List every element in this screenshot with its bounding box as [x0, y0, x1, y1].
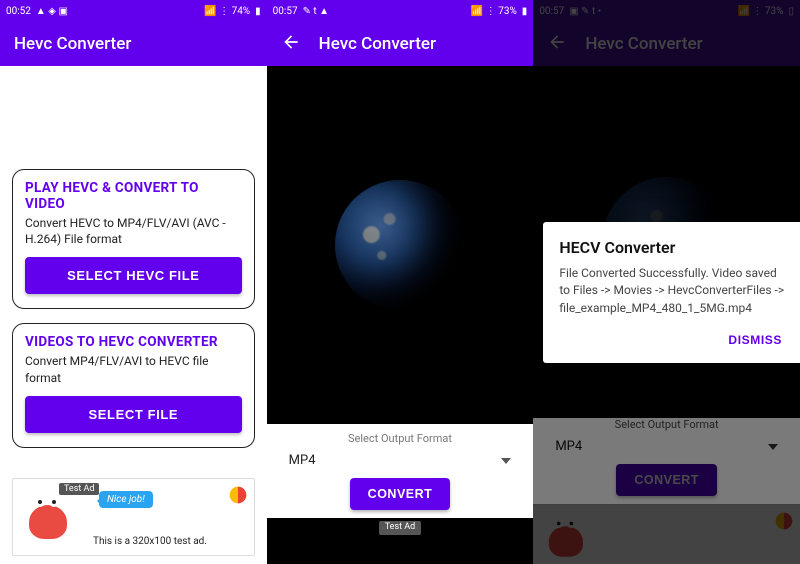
screen-home: 00:52 ▲ ◈ ▣ 📶 ⋮ 74% ▮ Hevc Converter PLA…	[0, 0, 267, 564]
battery-icon: ▮	[522, 6, 528, 17]
select-hevc-file-button[interactable]: SELECT HEVC FILE	[25, 257, 242, 294]
status-left-icons: ▣ ✎ t •	[569, 6, 601, 17]
ad-speech-bubble: Nice job!	[99, 491, 153, 508]
card-title: VIDEOS TO HEVC CONVERTER	[25, 334, 242, 350]
controls-panel: Select Output Format MP4 CONVERT	[533, 418, 800, 564]
select-file-button[interactable]: SELECT FILE	[25, 396, 242, 433]
card-title: PLAY HEVC & CONVERT TO VIDEO	[25, 180, 242, 212]
app-title: Hevc Converter	[585, 34, 702, 54]
format-label: Select Output Format	[267, 432, 534, 445]
card-description: Convert HEVC to MP4/FLV/AVI (AVC - H.264…	[25, 215, 242, 247]
success-dialog: HECV Converter File Converted Successful…	[543, 222, 800, 363]
dialog-title: HECV Converter	[559, 238, 786, 257]
format-label: Select Output Format	[533, 418, 800, 431]
back-button[interactable]	[547, 32, 567, 57]
status-bar: 00:52 ▲ ◈ ▣ 📶 ⋮ 74% ▮	[0, 0, 267, 22]
app-bar: Hevc Converter	[0, 22, 267, 66]
battery-icon: ▮	[255, 6, 261, 17]
card-description: Convert MP4/FLV/AVI to HEVC file format	[25, 353, 242, 385]
format-dropdown[interactable]: MP4	[267, 449, 534, 476]
ad-mascot-icon	[540, 512, 590, 562]
ad-logo-icon	[774, 511, 794, 531]
video-frame-earth	[335, 180, 465, 310]
status-time: 00:52	[6, 6, 31, 17]
ad-text: This is a 320x100 test ad.	[93, 536, 207, 547]
signal-icon: 📶 ⋮ 73%	[737, 6, 783, 17]
chevron-down-icon	[768, 444, 778, 450]
status-time: 00:57	[539, 6, 564, 17]
app-title: Hevc Converter	[319, 34, 436, 54]
back-button[interactable]	[281, 32, 301, 57]
dismiss-button[interactable]: DISMISS	[724, 327, 786, 353]
status-bar: 00:57 ▣ ✎ t • 📶 ⋮ 73% ▯	[533, 0, 800, 22]
app-bar: Hevc Converter	[533, 22, 800, 66]
app-title: Hevc Converter	[14, 34, 131, 54]
chevron-down-icon	[501, 458, 511, 464]
status-left-icons: ▲ ◈ ▣	[36, 6, 68, 17]
ad-banner[interactable]: Test Ad	[267, 518, 534, 564]
screen-preview: 00:57 ✎ t ▲ 📶 ⋮ 73% ▮ Hevc Converter Sel…	[267, 0, 534, 564]
format-dropdown[interactable]: MP4	[533, 435, 800, 462]
card-to-hevc: VIDEOS TO HEVC CONVERTER Convert MP4/FLV…	[12, 323, 255, 447]
convert-button[interactable]: CONVERT	[350, 478, 451, 510]
app-bar: Hevc Converter	[267, 22, 534, 66]
ad-banner[interactable]	[533, 504, 800, 564]
dialog-body: File Converted Successfully. Video saved…	[559, 265, 786, 317]
controls-panel: Select Output Format MP4 CONVERT Test Ad	[267, 424, 534, 564]
ad-logo-icon	[228, 485, 248, 505]
convert-button[interactable]: CONVERT	[616, 464, 717, 496]
video-preview[interactable]	[267, 66, 534, 424]
main-content: PLAY HEVC & CONVERT TO VIDEO Convert HEV…	[0, 66, 267, 564]
ad-badge: Test Ad	[379, 521, 421, 535]
status-bar: 00:57 ✎ t ▲ 📶 ⋮ 73% ▮	[267, 0, 534, 22]
format-selected: MP4	[555, 439, 582, 454]
battery-icon: ▯	[788, 6, 794, 17]
ad-banner[interactable]: Test Ad Nice job! This is a 320x100 test…	[12, 478, 255, 556]
status-time: 00:57	[273, 6, 298, 17]
ad-mascot-icon	[19, 489, 75, 545]
card-play-convert: PLAY HEVC & CONVERT TO VIDEO Convert HEV…	[12, 169, 255, 309]
signal-icon: 📶 ⋮ 73%	[471, 6, 517, 17]
ad-badge: Test Ad	[59, 483, 99, 495]
status-left-icons: ✎ t ▲	[303, 6, 330, 17]
format-selected: MP4	[289, 453, 316, 468]
signal-icon: 📶 ⋮ 74%	[204, 6, 250, 17]
screen-result-dialog: 00:57 ▣ ✎ t • 📶 ⋮ 73% ▯ Hevc Converter S…	[533, 0, 800, 564]
